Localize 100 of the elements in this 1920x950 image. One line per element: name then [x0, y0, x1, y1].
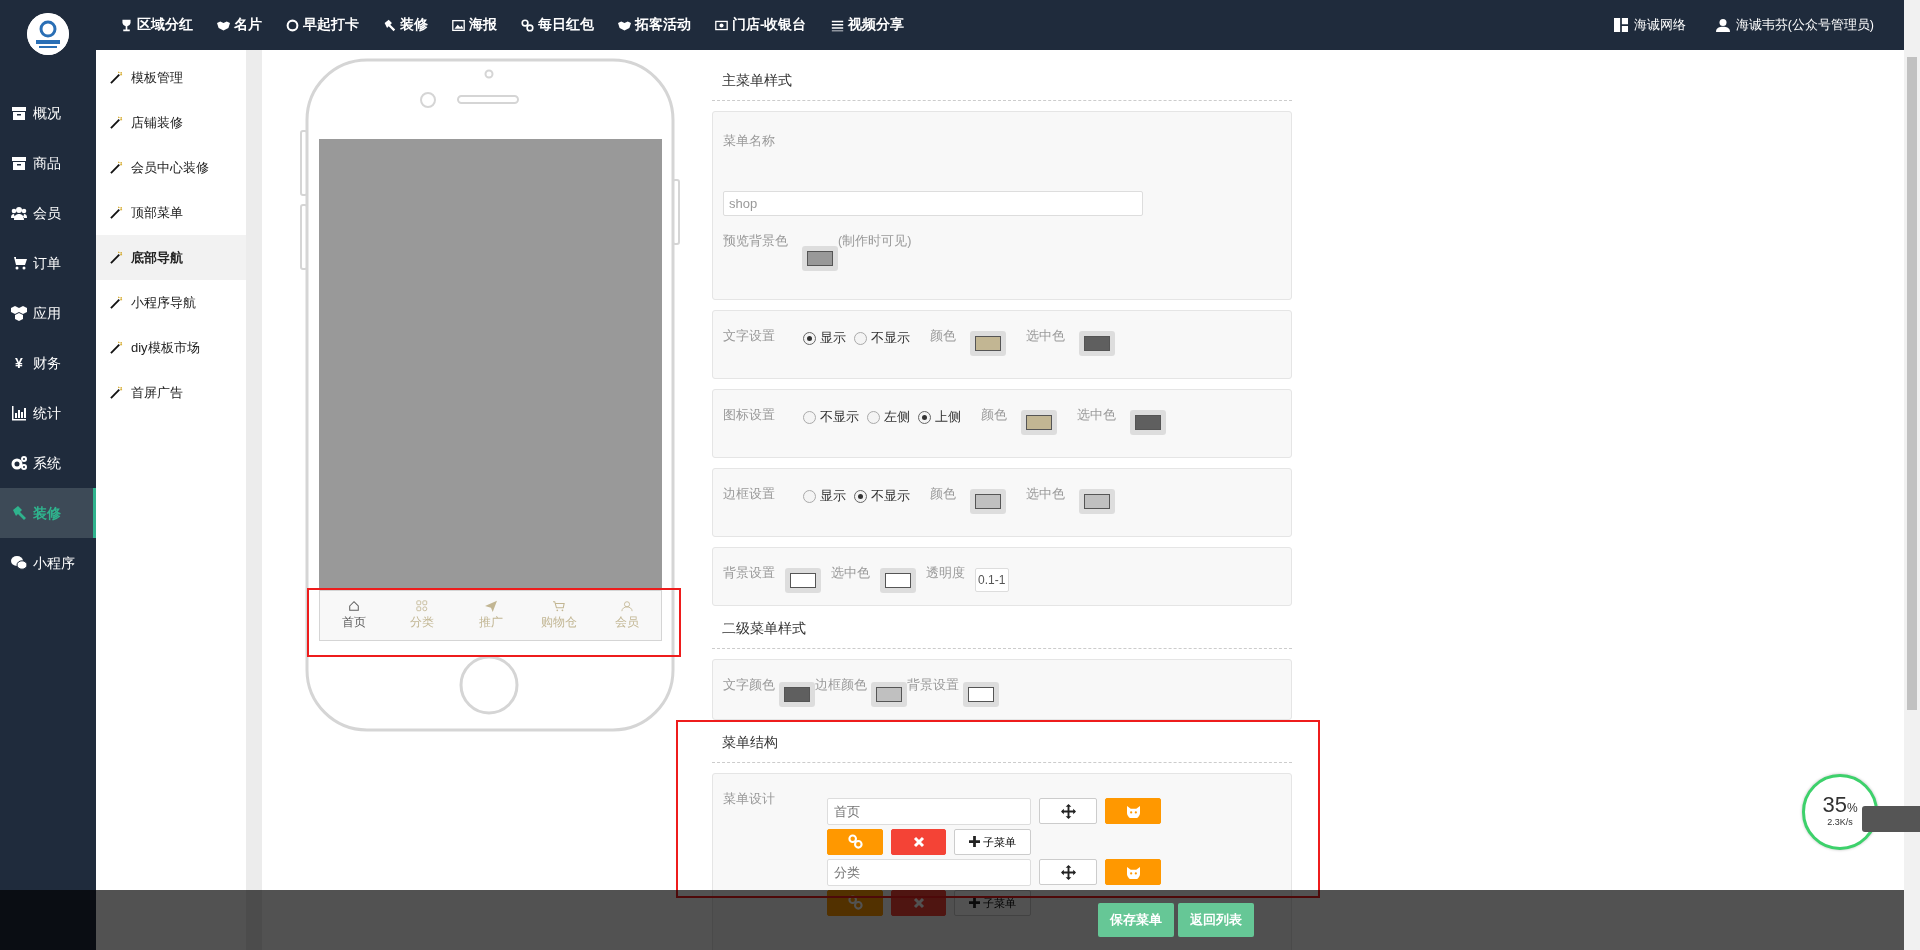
- field-label: 颜色: [981, 406, 1007, 424]
- home-icon: [348, 600, 361, 612]
- subnav-item[interactable]: 底部导航: [96, 235, 246, 280]
- top-nav-link[interactable]: 早起打卡: [286, 14, 359, 36]
- wand-icon: [110, 116, 123, 129]
- top-nav-link[interactable]: 海报: [452, 14, 497, 36]
- paper-plane-icon: [484, 600, 497, 612]
- sidebar-item[interactable]: 会员: [0, 188, 96, 238]
- color-swatch[interactable]: [802, 245, 838, 271]
- radio-button[interactable]: [803, 410, 816, 424]
- cart-icon: [552, 600, 565, 612]
- sidebar-item[interactable]: 订单: [0, 238, 96, 288]
- color-swatch[interactable]: [785, 567, 821, 593]
- subnav-item[interactable]: 店铺装修: [96, 100, 246, 145]
- link-button[interactable]: [827, 889, 883, 916]
- color-swatch[interactable]: [880, 567, 916, 593]
- option-label[interactable]: 上侧: [935, 407, 961, 427]
- archive-icon: [11, 105, 27, 121]
- subnav-item[interactable]: diy模板市场: [96, 325, 246, 370]
- subnav-item[interactable]: 顶部菜单: [96, 190, 246, 235]
- sidebar-item[interactable]: ¥ 财务: [0, 338, 96, 388]
- top-nav-link[interactable]: 视频分享: [830, 14, 904, 36]
- list-icon: [830, 18, 844, 32]
- color-swatch[interactable]: [1130, 409, 1166, 435]
- field-label: 选中色: [1026, 327, 1065, 345]
- top-right-link[interactable]: 海诚网络: [1613, 15, 1686, 35]
- gears-icon: [11, 455, 27, 471]
- top-nav-link[interactable]: 名片: [217, 14, 262, 36]
- field-label: 选中色: [1077, 406, 1116, 424]
- top-nav-link[interactable]: 拓客活动: [618, 14, 691, 36]
- field-label: 菜单名称: [723, 133, 776, 150]
- field-label: 选中色: [831, 564, 870, 582]
- money-icon: [715, 18, 728, 32]
- field-label: 背景设置: [723, 564, 775, 582]
- input-method-icon[interactable]: [1862, 806, 1920, 832]
- field-label: 透明度: [926, 564, 965, 582]
- radio-button[interactable]: [854, 489, 867, 503]
- color-swatch[interactable]: [963, 681, 999, 707]
- sidebar-item[interactable]: 概况: [0, 88, 96, 138]
- top-right-link[interactable]: 海诚韦芬(公众号管理员): [1715, 15, 1874, 35]
- subnav-item[interactable]: 模板管理: [96, 55, 246, 100]
- top-nav-link[interactable]: 门店-收银台: [715, 14, 807, 36]
- wand-icon: [110, 296, 123, 309]
- sidebar-item[interactable]: 系统: [0, 438, 96, 488]
- logo-icon: [27, 13, 69, 55]
- wand-icon: [110, 71, 123, 84]
- move-button[interactable]: [1039, 859, 1097, 886]
- grid-icon: [1613, 18, 1628, 32]
- hammer-icon: [11, 505, 27, 521]
- color-swatch[interactable]: [871, 681, 907, 707]
- option-label[interactable]: 不显示: [871, 328, 910, 348]
- radio-button[interactable]: [867, 410, 880, 424]
- section-title: 主菜单样式: [712, 58, 1292, 101]
- phone-tab[interactable]: 首页: [320, 591, 389, 640]
- color-swatch[interactable]: [1021, 409, 1057, 435]
- field-label: 文字设置: [723, 327, 775, 345]
- wand-icon: [110, 251, 123, 264]
- scrollbar-thumb[interactable]: [1907, 57, 1917, 710]
- sidebar-item[interactable]: 统计: [0, 388, 96, 438]
- radio-button[interactable]: [918, 410, 931, 424]
- top-nav-link[interactable]: 装修: [383, 14, 428, 36]
- add-submenu-button[interactable]: 子菜单: [954, 828, 1031, 855]
- opacity-field[interactable]: 0.1-1: [975, 567, 1009, 592]
- radio-button[interactable]: [854, 331, 867, 345]
- sidebar-item[interactable]: 小程序: [0, 538, 96, 588]
- sidebar-item[interactable]: 商品: [0, 138, 96, 188]
- sidebar-item[interactable]: 应用: [0, 288, 96, 338]
- menu-item-field[interactable]: 分类: [827, 858, 1031, 886]
- hammer-icon: [383, 18, 396, 32]
- option-label[interactable]: 显示: [820, 328, 846, 348]
- top-nav-link[interactable]: 每日红包: [521, 14, 594, 36]
- color-swatch[interactable]: [779, 681, 815, 707]
- color-swatch[interactable]: [970, 330, 1006, 356]
- option-label[interactable]: 不显示: [871, 486, 910, 506]
- subnav-item[interactable]: 首屏广告: [96, 370, 246, 415]
- grid-icon: [416, 600, 429, 612]
- menu-item-field[interactable]: 首页: [827, 797, 1031, 825]
- link-icon: [847, 895, 863, 911]
- chat-icon: [11, 555, 27, 571]
- option-label[interactable]: 显示: [820, 486, 846, 506]
- delete-button[interactable]: [891, 889, 946, 916]
- option-label[interactable]: 左侧: [884, 407, 910, 427]
- color-swatch[interactable]: [1079, 488, 1115, 514]
- yen-icon: ¥: [11, 352, 27, 374]
- move-button[interactable]: [1039, 798, 1097, 825]
- wand-icon: [110, 341, 123, 354]
- radio-button[interactable]: [803, 331, 816, 345]
- field-label: 边框颜色: [815, 676, 867, 694]
- cubes-icon: [11, 305, 27, 321]
- subnav-item[interactable]: 会员中心装修: [96, 145, 246, 190]
- top-nav-link[interactable]: 区域分红: [120, 14, 193, 36]
- wand-icon: [110, 386, 123, 399]
- color-swatch[interactable]: [970, 488, 1006, 514]
- users-icon: [11, 205, 27, 221]
- field-label: 背景设置: [907, 676, 959, 694]
- user-icon: [620, 600, 633, 612]
- option-label[interactable]: 不显示: [820, 407, 859, 427]
- radio-button[interactable]: [803, 489, 816, 503]
- subnav-item[interactable]: 小程序导航: [96, 280, 246, 325]
- color-swatch[interactable]: [1079, 330, 1115, 356]
